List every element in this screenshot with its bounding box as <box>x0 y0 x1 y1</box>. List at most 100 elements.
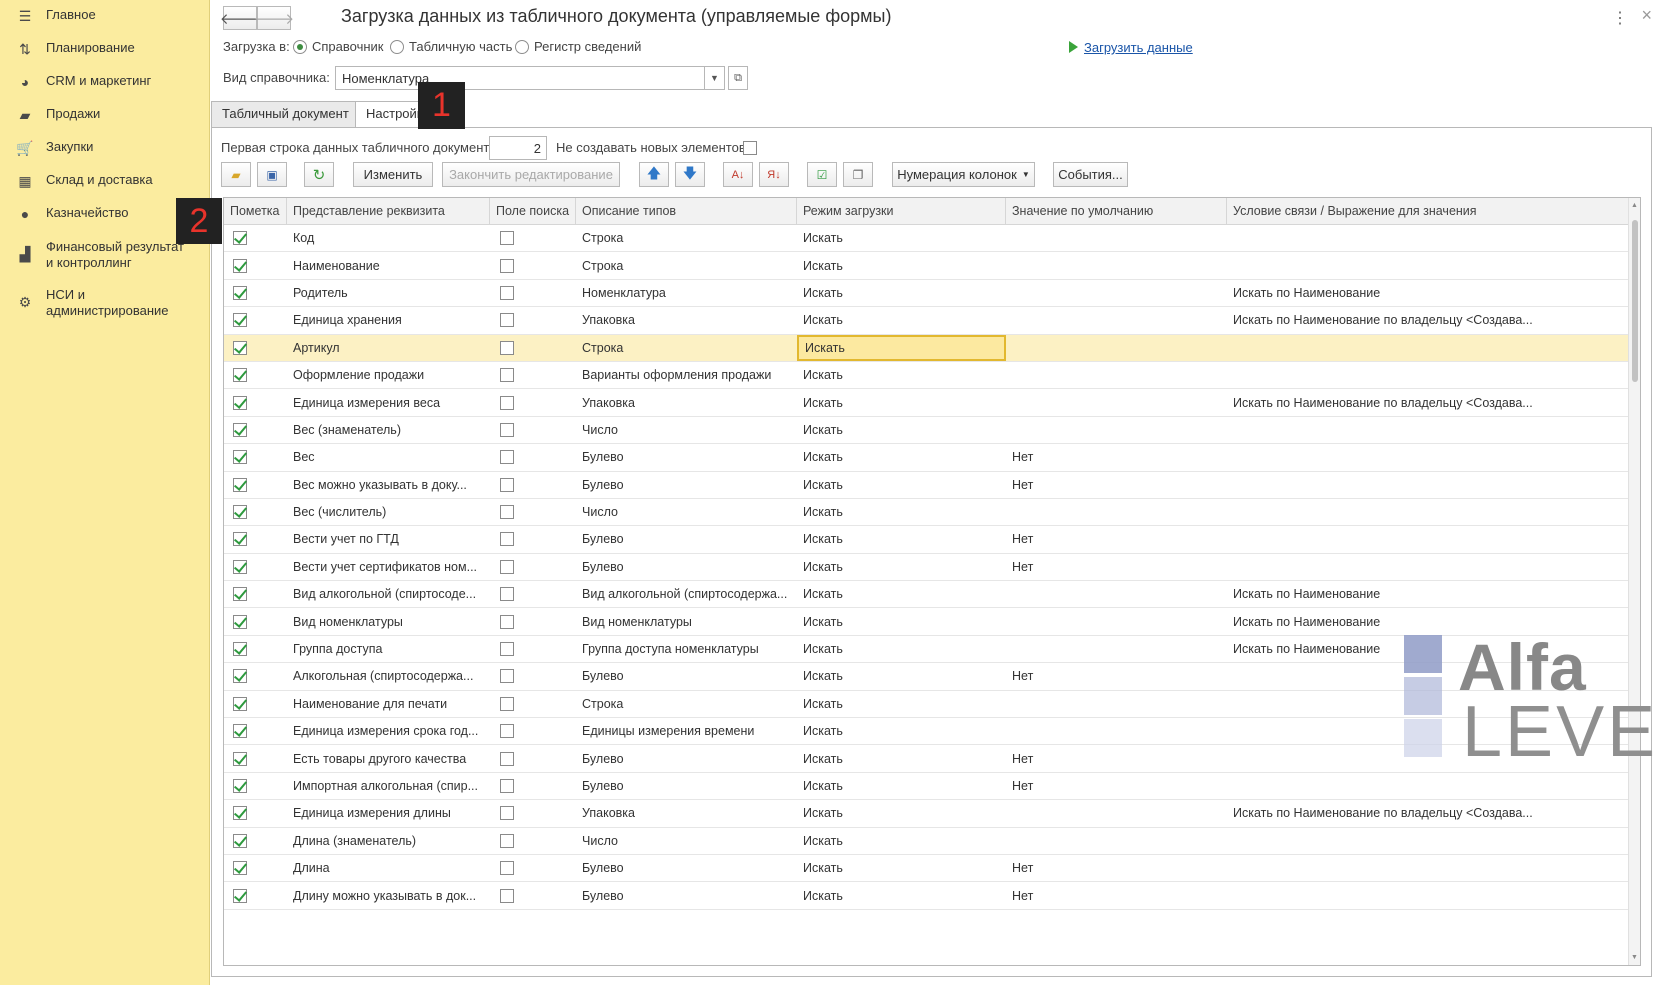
attribute-cell[interactable]: Есть товары другого качества <box>287 745 490 771</box>
attribute-cell[interactable]: Алкогольная (спиртосодержа... <box>287 663 490 689</box>
type-cell[interactable]: Строка <box>576 225 797 251</box>
table-row[interactable]: Вес (числитель) Число Искать <box>224 499 1640 527</box>
search-field-checkbox[interactable] <box>500 422 514 437</box>
default-value-cell[interactable]: Нет <box>1006 882 1227 908</box>
mark-cell[interactable] <box>224 828 287 854</box>
mark-checkbox[interactable] <box>233 285 247 300</box>
mark-cell[interactable] <box>224 608 287 634</box>
search-field-checkbox[interactable] <box>500 313 514 328</box>
search-field-cell[interactable] <box>490 608 576 634</box>
attribute-cell[interactable]: Вес можно указывать в доку... <box>287 472 490 498</box>
default-value-cell[interactable] <box>1006 389 1227 415</box>
load-mode-cell[interactable]: Искать <box>797 307 1006 333</box>
mark-cell[interactable] <box>224 581 287 607</box>
search-field-cell[interactable] <box>490 773 576 799</box>
table-row[interactable]: Код Строка Искать <box>224 225 1640 253</box>
mark-checkbox[interactable] <box>233 422 247 437</box>
mark-checkbox[interactable] <box>233 559 247 574</box>
table-row[interactable]: Импортная алкогольная (спир... Булево Иска… <box>224 773 1640 801</box>
mark-checkbox[interactable] <box>233 587 247 602</box>
load-mode-cell[interactable]: Искать <box>797 554 1006 580</box>
change-button[interactable]: Изменить <box>353 162 433 187</box>
mark-cell[interactable] <box>224 773 287 799</box>
radio-info-register[interactable] <box>515 40 529 54</box>
vertical-scrollbar[interactable]: ▲ ▼ <box>1628 198 1640 965</box>
default-value-cell[interactable] <box>1006 225 1227 251</box>
move-down-button[interactable]: 🡇 <box>675 162 705 187</box>
sidebar-item-purchases[interactable]: 🛒 Закупки <box>0 139 103 157</box>
column-header-attribute[interactable]: Представление реквизита <box>287 198 490 224</box>
search-field-cell[interactable] <box>490 828 576 854</box>
mark-checkbox[interactable] <box>233 642 247 657</box>
mark-checkbox[interactable] <box>233 669 247 684</box>
uncheck-all-button[interactable]: ❐ <box>843 162 873 187</box>
default-value-cell[interactable] <box>1006 307 1227 333</box>
search-field-checkbox[interactable] <box>500 696 514 711</box>
type-cell[interactable]: Варианты оформления продажи <box>576 362 797 388</box>
condition-cell[interactable] <box>1227 526 1640 552</box>
type-cell[interactable]: Строка <box>576 691 797 717</box>
load-mode-cell[interactable]: Искать <box>797 828 1006 854</box>
load-mode-cell[interactable]: Искать <box>797 745 1006 771</box>
condition-cell[interactable] <box>1227 252 1640 278</box>
attribute-cell[interactable]: Вид алкогольной (спиртосоде... <box>287 581 490 607</box>
load-mode-cell[interactable]: Искать <box>797 472 1006 498</box>
default-value-cell[interactable] <box>1006 417 1227 443</box>
mark-cell[interactable] <box>224 417 287 443</box>
table-row[interactable]: Вид алкогольной (спиртосоде... Вид алкого… <box>224 581 1640 609</box>
attribute-cell[interactable]: Код <box>287 225 490 251</box>
type-cell[interactable]: Упаковка <box>576 389 797 415</box>
attribute-cell[interactable]: Единица хранения <box>287 307 490 333</box>
table-row[interactable]: Вес (знаменатель) Число Искать <box>224 417 1640 445</box>
attribute-cell[interactable]: Группа доступа <box>287 636 490 662</box>
search-field-cell[interactable] <box>490 225 576 251</box>
mark-checkbox[interactable] <box>233 888 247 903</box>
search-field-checkbox[interactable] <box>500 231 514 246</box>
type-cell[interactable]: Строка <box>576 335 797 361</box>
search-field-checkbox[interactable] <box>500 587 514 602</box>
mark-checkbox[interactable] <box>233 477 247 492</box>
table-row[interactable]: Вес можно указывать в доку... Булево Искат… <box>224 472 1640 499</box>
check-all-button[interactable]: ☑ <box>807 162 837 187</box>
condition-cell[interactable] <box>1227 499 1640 525</box>
condition-cell[interactable] <box>1227 882 1640 908</box>
mark-cell[interactable] <box>224 444 287 470</box>
mark-checkbox[interactable] <box>233 395 247 410</box>
sort-desc-button[interactable]: Я↓ <box>759 162 789 187</box>
search-field-checkbox[interactable] <box>500 779 514 793</box>
default-value-cell[interactable] <box>1006 800 1227 826</box>
table-row[interactable]: Единица измерения веса Упаковка Искать Иска… <box>224 389 1640 417</box>
mark-checkbox[interactable] <box>233 861 247 876</box>
default-value-cell[interactable] <box>1006 608 1227 634</box>
open-link-icon[interactable]: ⧉ <box>728 66 748 90</box>
type-cell[interactable]: Вид номенклатуры <box>576 608 797 634</box>
attribute-cell[interactable]: Вес (знаменатель) <box>287 417 490 443</box>
attribute-cell[interactable]: Вес <box>287 444 490 470</box>
attribute-cell[interactable]: Единица измерения срока год... <box>287 718 490 744</box>
mark-cell[interactable] <box>224 663 287 689</box>
type-cell[interactable]: Упаковка <box>576 307 797 333</box>
search-field-cell[interactable] <box>490 581 576 607</box>
search-field-checkbox[interactable] <box>500 642 514 657</box>
attribute-cell[interactable]: Вести учет сертификатов ном... <box>287 554 490 580</box>
mark-cell[interactable] <box>224 882 287 908</box>
mark-checkbox[interactable] <box>233 779 247 793</box>
default-value-cell[interactable] <box>1006 252 1227 278</box>
no-new-elements-checkbox[interactable] <box>743 141 757 155</box>
search-field-cell[interactable] <box>490 335 576 361</box>
default-value-cell[interactable]: Нет <box>1006 855 1227 881</box>
default-value-cell[interactable]: Нет <box>1006 773 1227 799</box>
sidebar-item-admin[interactable]: ⚙ НСИ и администрирование <box>0 287 190 319</box>
search-field-checkbox[interactable] <box>500 614 514 629</box>
condition-cell[interactable]: Искать по Наименование по владельцу <Соз… <box>1227 307 1640 333</box>
search-field-cell[interactable] <box>490 389 576 415</box>
load-mode-cell[interactable]: Искать <box>797 636 1006 662</box>
condition-cell[interactable] <box>1227 855 1640 881</box>
mark-cell[interactable] <box>224 499 287 525</box>
scroll-up-icon[interactable]: ▲ <box>1631 202 1638 209</box>
search-field-cell[interactable] <box>490 307 576 333</box>
condition-cell[interactable] <box>1227 472 1640 498</box>
load-mode-cell[interactable]: Искать <box>797 417 1006 443</box>
load-mode-cell[interactable]: Искать <box>797 334 1006 361</box>
search-field-cell[interactable] <box>490 362 576 388</box>
